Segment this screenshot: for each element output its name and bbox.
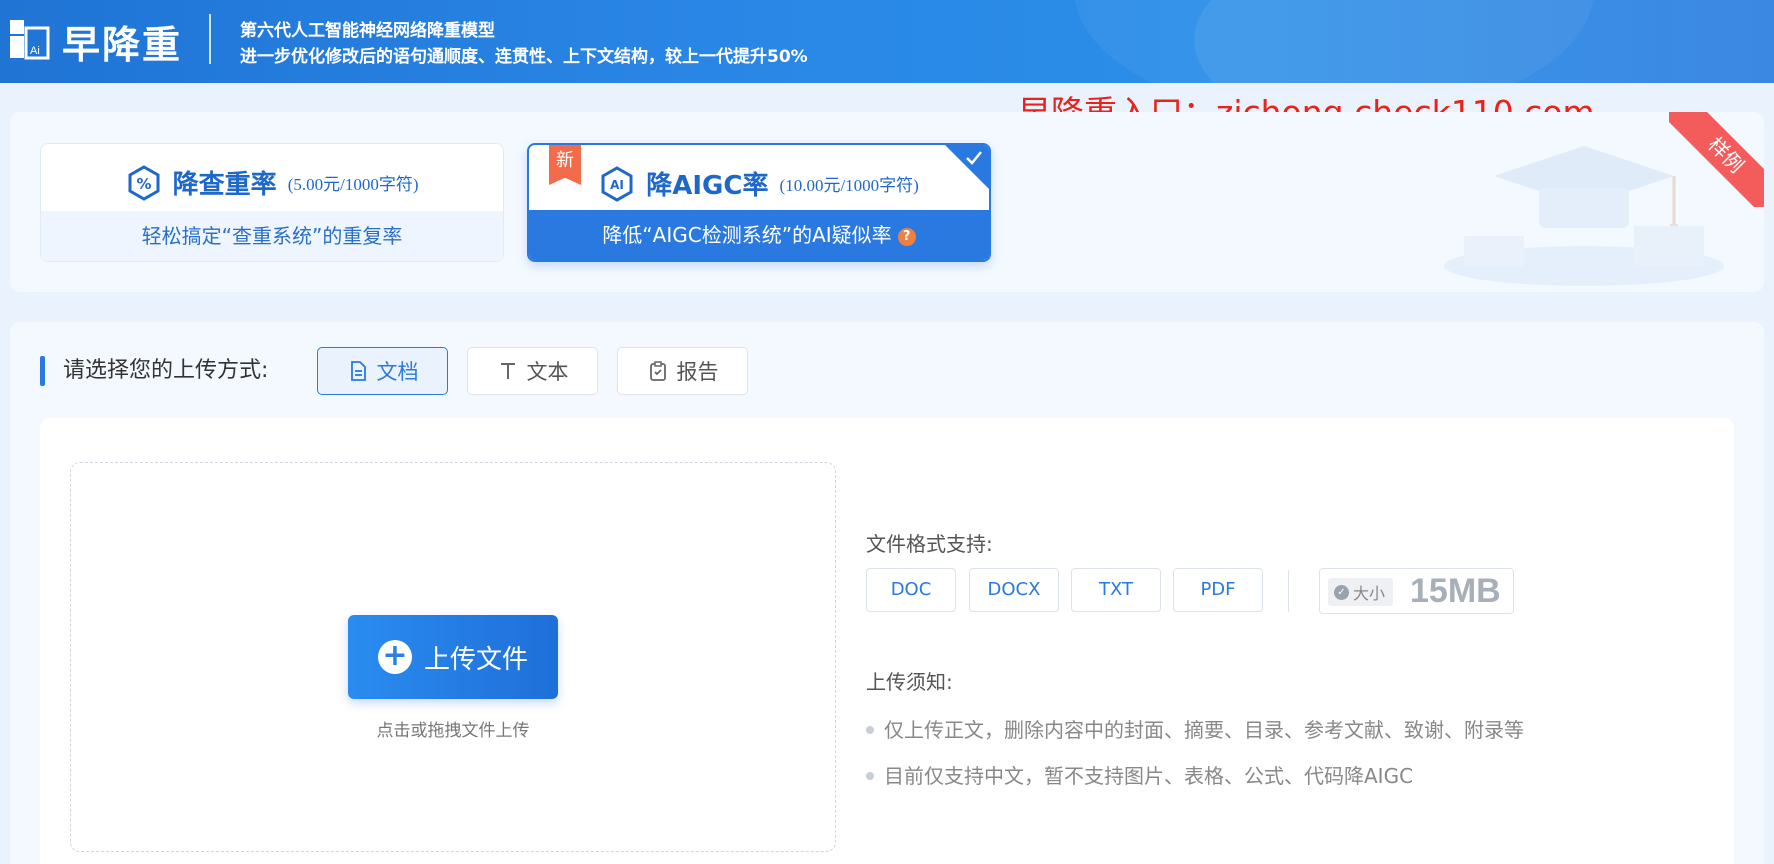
sample-ribbon[interactable]: 样例 bbox=[1669, 112, 1764, 207]
card-price: (10.00元/1000字符) bbox=[779, 176, 919, 195]
notice-text: 仅上传正文，删除内容中的封面、摘要、目录、参考文献、致谢、附录等 bbox=[884, 718, 1524, 742]
bullet-icon bbox=[866, 772, 874, 780]
percent-hexagon-icon: % bbox=[128, 164, 159, 201]
file-drop-zone[interactable]: + 上传文件 点击或拖拽文件上传 bbox=[70, 462, 836, 852]
upload-panel: 请选择您的上传方式: 文档 文本 报告 + 上传文件 点击或拖拽文件上传 文件格… bbox=[10, 322, 1764, 864]
svg-text:AI: AI bbox=[610, 178, 624, 192]
upload-area: + 上传文件 点击或拖拽文件上传 文件格式支持: DOC DOCX TXT PD… bbox=[40, 418, 1734, 864]
drop-hint: 点击或拖拽文件上传 bbox=[376, 721, 530, 741]
banner-decoration bbox=[1074, 0, 1594, 83]
format-pdf: PDF bbox=[1173, 568, 1263, 612]
upload-button-label: 上传文件 bbox=[423, 644, 528, 675]
top-banner: Ai 早降重 第六代人工智能神经网络降重模型 进一步优化修改后的语句通顺度、连贯… bbox=[0, 0, 1774, 83]
check-circle-icon: ✓ bbox=[1334, 584, 1349, 600]
svg-text:%: % bbox=[136, 175, 151, 193]
service-panel: 样例 % 降查重率 (5.00元/1000字符) 轻松搞定“查重系统”的重复率 … bbox=[10, 112, 1764, 292]
card-subtitle-row: 降低“AIGC检测系统”的AI疑似率? bbox=[529, 210, 989, 260]
card-title: 降AIGC率 bbox=[646, 171, 769, 201]
upload-mode-text-button[interactable]: 文本 bbox=[467, 347, 598, 395]
card-price: (5.00元/1000字符) bbox=[287, 175, 419, 194]
upload-mode-report-button[interactable]: 报告 bbox=[617, 347, 748, 395]
notice-text: 目前仅支持中文，暂不支持图片、表格、公式、代码降AIGC bbox=[884, 764, 1414, 788]
upload-mode-label: 请选择您的上传方式: bbox=[63, 358, 269, 383]
notice-label: 上传须知: bbox=[866, 670, 953, 694]
size-limit-value: 15MB bbox=[1410, 572, 1501, 610]
notice-item: 仅上传正文，删除内容中的封面、摘要、目录、参考文献、致谢、附录等 bbox=[866, 714, 1524, 743]
upload-mode-document-button[interactable]: 文档 bbox=[317, 347, 448, 395]
card-subtitle: 降低“AIGC检测系统”的AI疑似率 bbox=[602, 223, 892, 247]
upload-file-button[interactable]: + 上传文件 bbox=[348, 615, 558, 699]
size-tag: ✓ 大小 bbox=[1328, 578, 1394, 606]
card-subtitle: 轻松搞定“查重系统”的重复率 bbox=[41, 211, 503, 261]
bullet-icon bbox=[866, 726, 874, 734]
banner-headline: 第六代人工智能神经网络降重模型 bbox=[240, 21, 495, 41]
text-icon bbox=[500, 363, 515, 379]
reduce-plagiarism-card[interactable]: % 降查重率 (5.00元/1000字符) 轻松搞定“查重系统”的重复率 bbox=[40, 143, 504, 262]
formats-label: 文件格式支持: bbox=[866, 532, 993, 556]
section-marker bbox=[40, 356, 45, 386]
header-divider bbox=[209, 14, 211, 64]
format-txt: TXT bbox=[1071, 568, 1161, 612]
card-title: 降查重率 bbox=[172, 170, 277, 200]
document-icon bbox=[350, 361, 366, 381]
format-docx: DOCX bbox=[969, 568, 1059, 612]
clipboard-icon bbox=[649, 361, 666, 381]
mode-label: 文本 bbox=[526, 360, 569, 384]
reduce-aigc-card[interactable]: 新 AI 降AIGC率 (10.00元/1000字符) 降低“AIGC检测系统”… bbox=[527, 143, 991, 262]
help-icon[interactable]: ? bbox=[897, 227, 916, 246]
ai-hexagon-icon: AI bbox=[601, 165, 633, 202]
mode-label: 报告 bbox=[676, 360, 719, 384]
banner-subline: 进一步优化修改后的语句通顺度、连贯性、上下文结构，较上一代提升50% bbox=[240, 47, 808, 67]
svg-text:Ai: Ai bbox=[30, 45, 40, 57]
logo-icon: Ai bbox=[10, 20, 50, 60]
format-divider bbox=[1288, 570, 1289, 612]
logo-text[interactable]: 早降重 bbox=[62, 14, 182, 69]
notice-item: 目前仅支持中文，暂不支持图片、表格、公式、代码降AIGC bbox=[866, 760, 1413, 789]
size-limit-box: ✓ 大小 15MB bbox=[1319, 568, 1514, 614]
plus-icon: + bbox=[377, 640, 412, 674]
format-doc: DOC bbox=[866, 568, 956, 612]
mode-label: 文档 bbox=[376, 360, 419, 384]
size-tag-label: 大小 bbox=[1353, 584, 1386, 603]
